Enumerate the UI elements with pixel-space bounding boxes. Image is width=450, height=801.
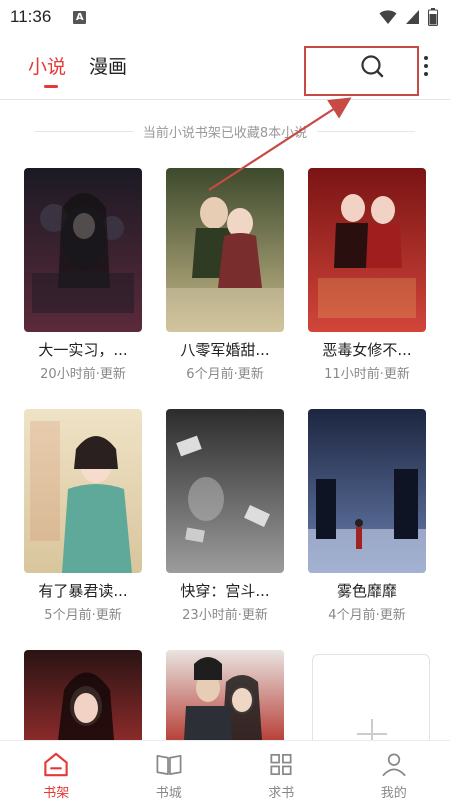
tab-novel[interactable]: 小说 (28, 52, 66, 79)
annotation-highlight-box (304, 46, 419, 96)
book-title: 八零军婚甜... (180, 341, 270, 359)
book-cover[interactable] (24, 409, 142, 573)
active-tab-indicator (44, 85, 58, 88)
shelf-info: 当前小说书架已收藏8本小说 (35, 120, 415, 142)
book-cover[interactable] (24, 168, 142, 332)
book-title: 有了暴君读... (38, 582, 128, 600)
add-book-card[interactable] (312, 654, 430, 745)
battery-icon (428, 8, 438, 26)
grid-icon (270, 753, 292, 776)
book-cover[interactable] (308, 168, 426, 332)
nav-profile[interactable]: 我的 (338, 741, 450, 801)
status-time: 11:36 (10, 7, 52, 26)
divider-right (317, 130, 415, 132)
nav-bookshelf[interactable]: 书架 (0, 741, 113, 801)
nav-request[interactable]: 求书 (225, 741, 338, 801)
book-updated: 5个月前·更新 (44, 608, 122, 623)
book-card[interactable]: 八零军婚甜... 6个月前·更新 (166, 168, 284, 382)
nav-bookstore[interactable]: 书城 (113, 741, 226, 801)
status-icons (379, 8, 438, 26)
book-title: 快穿：宫斗... (180, 582, 270, 600)
book-updated: 4个月前·更新 (328, 608, 406, 623)
book-updated: 23小时前·更新 (182, 608, 268, 623)
book-title: 雾色靡靡 (336, 582, 397, 600)
book-card[interactable] (166, 650, 284, 740)
book-updated: 20小时前·更新 (40, 367, 126, 382)
nav-label: 求书 (268, 786, 295, 801)
nav-label: 我的 (380, 786, 407, 801)
status-bar: 11:36 A (0, 0, 450, 34)
a-icon: A (73, 10, 87, 24)
person-icon (382, 753, 406, 777)
book-title: 大一实习，... (38, 341, 128, 359)
book-card[interactable]: 有了暴君读... 5个月前·更新 (24, 409, 142, 623)
book-cover[interactable] (166, 168, 284, 332)
book-card[interactable] (24, 650, 142, 740)
nav-label: 书架 (43, 786, 70, 801)
wifi-icon (379, 10, 397, 24)
more-vert-icon[interactable] (420, 51, 432, 81)
shelf-count-text: 当前小说书架已收藏8本小说 (142, 125, 308, 141)
home-bookshelf-icon (44, 752, 68, 777)
book-card[interactable]: 大一实习，... 20小时前·更新 (24, 168, 142, 382)
book-cover[interactable] (308, 409, 426, 573)
book-cover[interactable] (166, 409, 284, 573)
book-updated: 6个月前·更新 (186, 367, 264, 382)
book-card[interactable]: 恶毒女修不... 11小时前·更新 (308, 168, 426, 382)
tab-comic[interactable]: 漫画 (89, 52, 127, 79)
book-title: 恶毒女修不... (322, 341, 412, 359)
add-book-button[interactable] (312, 654, 430, 745)
book-card[interactable]: 快穿：宫斗... 23小时前·更新 (166, 409, 284, 623)
book-cover[interactable] (24, 650, 142, 740)
book-cover[interactable] (166, 650, 284, 740)
book-updated: 11小时前·更新 (324, 367, 410, 382)
book-card[interactable]: 雾色靡靡 4个月前·更新 (308, 409, 426, 623)
bottom-nav: 书架 书城 求书 我的 (0, 740, 450, 801)
open-book-icon (156, 754, 182, 776)
nav-label: 书城 (155, 786, 182, 801)
divider-left (35, 130, 133, 132)
signal-icon (406, 10, 419, 24)
